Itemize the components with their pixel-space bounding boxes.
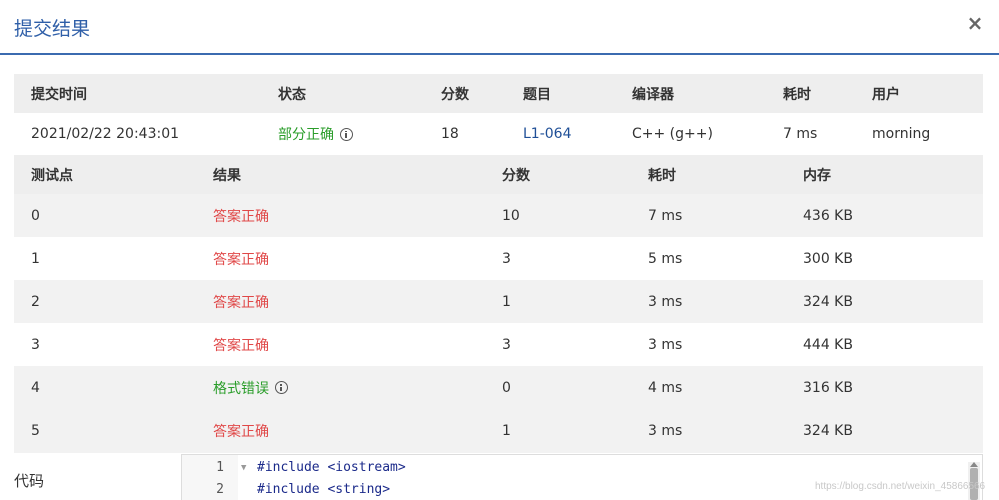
testcase-id: 3 — [31, 336, 40, 353]
col-header-status: 状态 — [278, 86, 306, 103]
total-score: 18 — [441, 126, 459, 142]
testcase-memory: 436 KB — [803, 207, 853, 224]
testcase-result: 格式错误 — [213, 366, 288, 409]
table-row: 4 格式错误 0 4 ms 316 KB — [14, 366, 983, 409]
duration: 7 ms — [783, 126, 818, 142]
testcase-time: 3 ms — [648, 293, 683, 310]
col-header-score: 分数 — [502, 167, 530, 184]
testcase-score: 0 — [502, 379, 511, 396]
testcase-id: 1 — [31, 250, 40, 267]
col-header-score: 分数 — [441, 86, 469, 103]
table-row: 1 答案正确 3 5 ms 300 KB — [14, 237, 983, 280]
col-header-problem: 题目 — [523, 86, 551, 103]
col-header-user: 用户 — [872, 86, 900, 103]
testcase-result-label: 格式错误 — [213, 380, 269, 397]
modal-title: 提交结果 — [14, 18, 91, 40]
submit-time: 2021/02/22 20:43:01 — [31, 126, 180, 142]
fold-arrow-icon[interactable]: ▼ — [241, 463, 246, 473]
testcase-result: 答案正确 — [213, 424, 269, 440]
testcase-memory: 300 KB — [803, 250, 853, 267]
testcase-result: 答案正确 — [213, 294, 269, 311]
col-header-testcase: 测试点 — [31, 167, 73, 184]
col-header-memory: 内存 — [803, 167, 831, 184]
line-number: 1 — [216, 460, 224, 475]
status-label: 部分正确 — [278, 127, 334, 143]
testcase-memory: 324 KB — [803, 423, 853, 439]
testcase-time: 3 ms — [648, 423, 683, 439]
testcase-header-row: 测试点 结果 分数 耗时 内存 — [14, 155, 983, 194]
testcase-memory: 316 KB — [803, 379, 853, 396]
table-row: 0 答案正确 10 7 ms 436 KB — [14, 194, 983, 237]
modal-header: 提交结果 × — [0, 0, 999, 55]
testcase-id: 2 — [31, 293, 40, 310]
code-text: #include <iostream> — [257, 460, 406, 475]
compiler: C++ (g++) — [632, 126, 713, 142]
line-number: 2 — [216, 482, 224, 497]
summary-header-row: 提交时间 状态 分数 题目 编译器 耗时 用户 — [14, 74, 983, 113]
table-row: 3 答案正确 3 3 ms 444 KB — [14, 323, 983, 366]
testcase-score: 10 — [502, 207, 520, 224]
col-header-duration: 耗时 — [783, 86, 811, 103]
table-row: 5 答案正确 1 3 ms 324 KB — [14, 409, 983, 453]
table-row: 2 答案正确 1 3 ms 324 KB — [14, 280, 983, 323]
col-header-time: 提交时间 — [31, 86, 87, 103]
testcase-memory: 324 KB — [803, 293, 853, 310]
summary-row: 2021/02/22 20:43:01 部分正确 18 L1-064 C++ (… — [14, 113, 983, 155]
code-editor[interactable]: 1 ▼ #include <iostream> 2 #include <stri… — [181, 454, 983, 500]
testcase-result: 答案正确 — [213, 251, 269, 268]
col-header-result: 结果 — [213, 167, 241, 184]
close-icon[interactable]: × — [966, 12, 984, 34]
user: morning — [872, 126, 931, 142]
testcase-id: 4 — [31, 379, 40, 396]
testcase-time: 3 ms — [648, 336, 683, 353]
testcase-id: 5 — [31, 423, 40, 439]
testcase-score: 3 — [502, 250, 511, 267]
testcase-time: 7 ms — [648, 207, 683, 224]
scroll-up-arrow-icon[interactable] — [970, 462, 978, 467]
problem-link[interactable]: L1-064 — [523, 113, 571, 155]
info-icon[interactable] — [275, 381, 288, 394]
testcase-score: 3 — [502, 336, 511, 353]
testcase-time: 5 ms — [648, 250, 683, 267]
info-icon[interactable] — [340, 127, 353, 141]
submission-status: 部分正确 — [278, 113, 353, 155]
code-text: #include <string> — [257, 482, 391, 497]
testcase-result: 答案正确 — [213, 208, 269, 225]
code-line: 1 ▼ #include <iostream> — [182, 460, 962, 482]
testcase-result: 答案正确 — [213, 337, 269, 354]
testcase-score: 1 — [502, 293, 511, 310]
watermark: https://blog.csdn.net/weixin_45866566 — [815, 481, 986, 492]
testcase-score: 1 — [502, 423, 511, 439]
col-header-compiler: 编译器 — [632, 86, 674, 103]
col-header-time: 耗时 — [648, 167, 676, 184]
testcase-id: 0 — [31, 207, 40, 224]
code-label: 代码 — [14, 472, 45, 490]
testcase-time: 4 ms — [648, 379, 683, 396]
testcase-memory: 444 KB — [803, 336, 853, 353]
